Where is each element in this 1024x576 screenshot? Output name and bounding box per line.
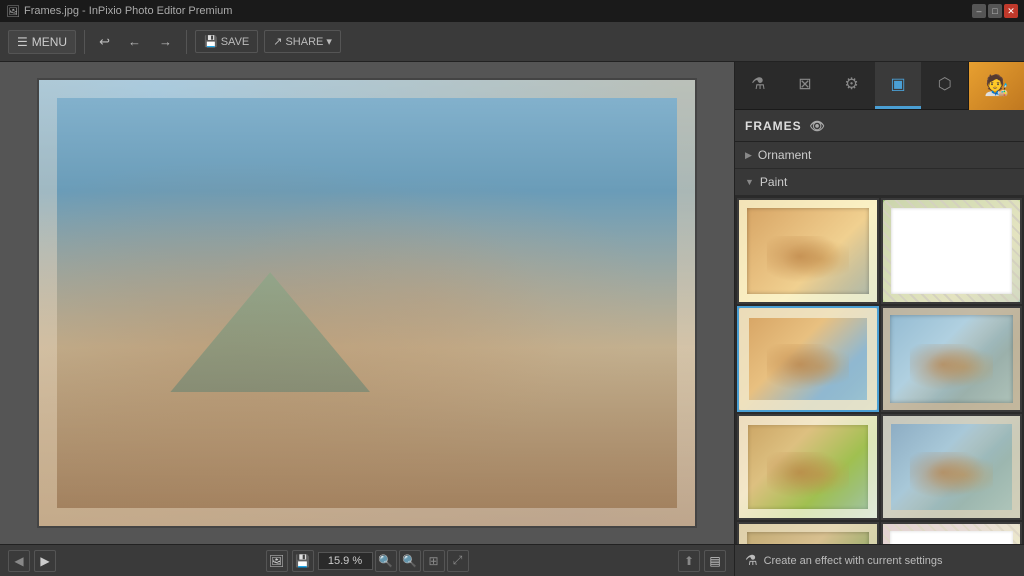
panel-toggle-icon: ▤ [709, 554, 720, 568]
thumb-people-5 [767, 452, 850, 503]
zoom-out-button[interactable]: 🔍 [375, 550, 397, 572]
frame-thumbnail-1[interactable] [737, 198, 879, 304]
visibility-icon: 👁 [810, 119, 826, 133]
crop-icon: ⊠ [798, 74, 811, 94]
flask-icon: ⚗ [745, 552, 758, 569]
zoom-display[interactable]: 15.9 % [318, 552, 373, 570]
adjust-tool-button[interactable]: ⚙ [828, 62, 875, 109]
create-effect-button[interactable]: ⚗ Create an effect with current settings [745, 552, 943, 569]
title-bar: 🖼 Frames.jpg - InPixio Photo Editor Prem… [0, 0, 1024, 22]
adjust-icon: ⚙ [844, 74, 858, 94]
thumb-people-6 [910, 452, 993, 503]
close-button[interactable]: ✕ [1004, 4, 1018, 18]
undo-button[interactable]: ↩ [93, 31, 116, 53]
maximize-button[interactable]: □ [988, 4, 1002, 18]
share-icon: ↗ [273, 35, 282, 48]
ornament-category[interactable]: ▶ Ornament [735, 142, 1024, 169]
panel-title: FRAMES [745, 119, 802, 133]
ornament-arrow-icon: ▶ [745, 150, 752, 161]
frame-thumbnail-3[interactable] [737, 306, 879, 412]
frame-thumbnail-4[interactable] [881, 306, 1023, 412]
save-state-button[interactable]: 💾 [292, 550, 314, 572]
export-icon: ⬆ [684, 554, 694, 568]
thumb-photo-5 [739, 416, 877, 518]
hamburger-icon: ☰ [17, 35, 28, 49]
frame-thumbnail-7[interactable] [737, 522, 879, 544]
share-button[interactable]: ↗ SHARE ▾ [264, 30, 341, 53]
frame-thumbnail-5[interactable] [737, 414, 879, 520]
expand-view-button[interactable]: ⤢ [447, 550, 469, 572]
overlay-icon: ⬡ [938, 74, 952, 94]
frame-thumbnail-2[interactable] [881, 198, 1023, 304]
bottom-left-bar: ◀ ▶ 🖼 💾 15.9 % 🔍 🔍 ⊞ ⤢ [0, 545, 734, 576]
zoom-in-icon: 🔍 [402, 554, 417, 568]
create-effect-label: Create an effect with current settings [764, 555, 943, 567]
thumb-people-1 [767, 236, 850, 287]
frame-thumbnail-8[interactable] [881, 522, 1023, 544]
photo-canvas [37, 78, 697, 528]
zoom-controls: 15.9 % 🔍 🔍 ⊞ ⤢ [318, 550, 469, 572]
frame-thumbnail-6[interactable] [881, 414, 1023, 520]
prev-image-button[interactable]: ◀ [8, 550, 30, 572]
thumb-photo-7 [739, 524, 877, 544]
tool-icons-bar: ⚗ ⊠ ⚙ ▣ ⬡ 🧑‍🎨 [735, 62, 1024, 110]
zoom-out-icon: 🔍 [378, 554, 393, 568]
filters-icon: ⚗ [751, 74, 765, 94]
image-mode-icon: 🖼 [269, 554, 284, 568]
thumb-photo-1 [739, 200, 877, 302]
crop-tool-button[interactable]: ⊠ [782, 62, 829, 109]
panel-header: FRAMES 👁 [735, 110, 1024, 142]
fit-view-icon: ⊞ [428, 554, 438, 568]
next-icon: ▶ [40, 554, 49, 568]
paint-label: Paint [760, 175, 787, 189]
paint-category[interactable]: ▼ Paint [735, 169, 1024, 196]
toolbar: ☰ MENU ↩ ← → 💾 SAVE ↗ SHARE ▾ [0, 22, 1024, 62]
thumb-photo-3 [739, 308, 877, 410]
user-avatar[interactable]: 🧑‍🎨 [968, 62, 1024, 110]
avatar-emoji: 🧑‍🎨 [984, 73, 1009, 98]
window-controls[interactable]: – □ ✕ [972, 4, 1018, 18]
thumb-people-4 [910, 344, 993, 395]
next-image-button[interactable]: ▶ [34, 550, 56, 572]
menu-button[interactable]: ☰ MENU [8, 30, 76, 54]
save-state-icon: 💾 [295, 554, 310, 568]
frames-list[interactable]: ▶ Ornament ▼ Paint [735, 142, 1024, 544]
forward-button[interactable]: → [153, 31, 178, 52]
bottom-bar: ◀ ▶ 🖼 💾 15.9 % 🔍 🔍 ⊞ ⤢ [0, 544, 1024, 576]
thumb-people-2 [910, 236, 993, 287]
back-button[interactable]: ← [122, 31, 147, 52]
toolbar-separator-2 [186, 30, 187, 54]
frames-tool-button[interactable]: ▣ [875, 62, 922, 109]
thumb-photo-6 [883, 416, 1021, 518]
zoom-in-button[interactable]: 🔍 [399, 550, 421, 572]
filters-tool-button[interactable]: ⚗ [735, 62, 782, 109]
paint-arrow-icon: ▼ [745, 177, 754, 187]
frames-grid [735, 196, 1024, 544]
expand-icon: ⤢ [453, 553, 463, 568]
frames-icon: ▣ [891, 74, 906, 94]
photo-background [39, 80, 695, 526]
overlay-tool-button[interactable]: ⬡ [921, 62, 968, 109]
prev-icon: ◀ [14, 554, 23, 568]
thumb-people-3 [767, 344, 850, 395]
main-layout: ⚗ ⊠ ⚙ ▣ ⬡ 🧑‍🎨 FRAMES 👁 [0, 62, 1024, 544]
thumb-photo-4 [883, 308, 1021, 410]
image-mode-button[interactable]: 🖼 [266, 550, 288, 572]
save-button[interactable]: 💾 SAVE [195, 30, 258, 53]
toolbar-separator [84, 30, 85, 54]
canvas-area[interactable] [0, 62, 734, 544]
foreground-people [39, 214, 695, 526]
app-icon: 🖼 [6, 5, 20, 18]
right-panel: ⚗ ⊠ ⚙ ▣ ⬡ 🧑‍🎨 FRAMES 👁 [734, 62, 1024, 544]
thumb-photo-8 [883, 524, 1021, 544]
bottom-right-bar: ⚗ Create an effect with current settings [734, 545, 1024, 576]
minimize-button[interactable]: – [972, 4, 986, 18]
export-button[interactable]: ⬆ [678, 550, 700, 572]
save-icon: 💾 [204, 35, 218, 48]
window-title: 🖼 Frames.jpg - InPixio Photo Editor Prem… [6, 5, 232, 18]
ornament-label: Ornament [758, 148, 811, 162]
thumb-photo-2 [883, 200, 1021, 302]
panel-toggle-button[interactable]: ▤ [704, 550, 726, 572]
fit-view-button[interactable]: ⊞ [423, 550, 445, 572]
